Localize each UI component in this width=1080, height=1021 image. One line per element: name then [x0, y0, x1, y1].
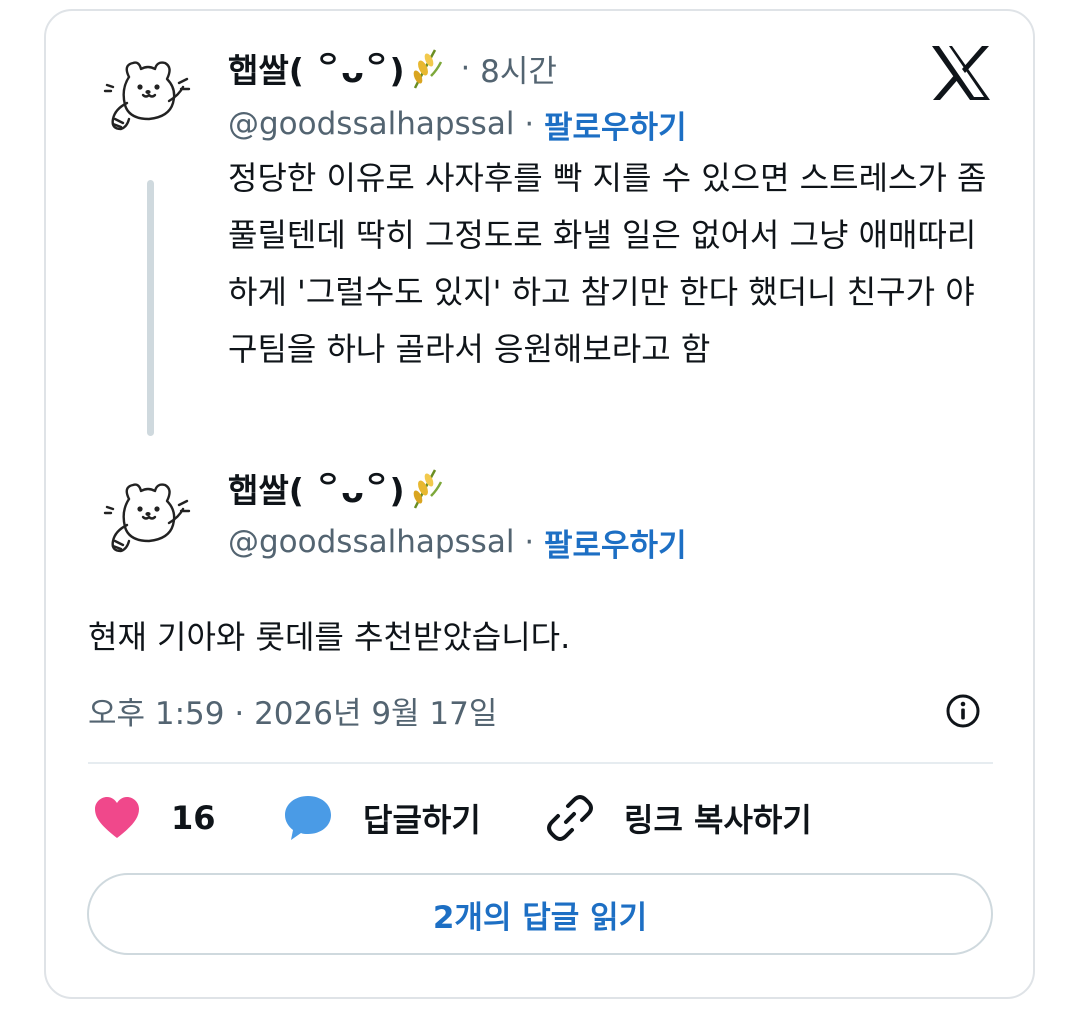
author-row: 햅쌀( ꒪ᴗ꒪) · 8시간 — [228, 44, 557, 92]
follow-link[interactable]: 팔로우하기 — [544, 520, 687, 565]
display-name[interactable]: 햅쌀( ꒪ᴗ꒪) — [228, 464, 405, 512]
like-count: 16 — [171, 799, 216, 837]
reply-button[interactable]: 답글하기 — [283, 794, 481, 842]
handle-row: @goodssalhapssal · 팔로우하기 — [228, 520, 687, 565]
time-ago[interactable]: 8시간 — [480, 46, 557, 91]
handle-row: @goodssalhapssal · 팔로우하기 — [228, 102, 687, 147]
author-row: 햅쌀( ꒪ᴗ꒪) — [228, 464, 445, 512]
avatar[interactable] — [93, 465, 203, 575]
handle[interactable]: @goodssalhapssal — [228, 524, 514, 560]
avatar[interactable] — [93, 43, 203, 153]
read-replies-button[interactable]: 2개의 답글 읽기 — [87, 873, 993, 955]
separator-dot: · — [524, 106, 534, 142]
heart-icon — [95, 797, 139, 838]
link-icon — [547, 795, 593, 841]
tweet-text: 현재 기아와 롯데를 추천받았습니다. — [88, 618, 571, 656]
rice-emoji-icon — [413, 469, 442, 509]
x-logo-icon[interactable] — [930, 44, 992, 102]
reply-bubble-icon — [285, 796, 331, 840]
rice-emoji-icon — [413, 49, 442, 89]
like-button[interactable]: 16 — [93, 796, 216, 840]
copy-link-label: 링크 복사하기 — [624, 801, 812, 839]
follow-link[interactable]: 팔로우하기 — [544, 102, 687, 147]
thread-connector-line — [147, 180, 154, 436]
copy-link-button[interactable]: 링크 복사하기 — [546, 794, 812, 842]
divider — [88, 762, 993, 764]
separator-dot: · — [524, 524, 534, 560]
bear-avatar-icon — [103, 61, 191, 131]
reply-label: 답글하기 — [363, 801, 481, 839]
handle[interactable]: @goodssalhapssal — [228, 106, 514, 142]
tweet-text: 정당한 이유로 사자후를 빡 지를 수 있으면 스트레스가 좀 풀릴텐데 딱히 … — [228, 159, 987, 368]
bear-avatar-icon — [103, 483, 191, 553]
separator-dot: · — [460, 50, 471, 86]
tweet-timestamp[interactable]: 오후 1:59 · 2026년 9월 17일 — [88, 688, 497, 733]
display-name[interactable]: 햅쌀( ꒪ᴗ꒪) — [228, 44, 405, 92]
info-icon[interactable] — [945, 693, 981, 729]
